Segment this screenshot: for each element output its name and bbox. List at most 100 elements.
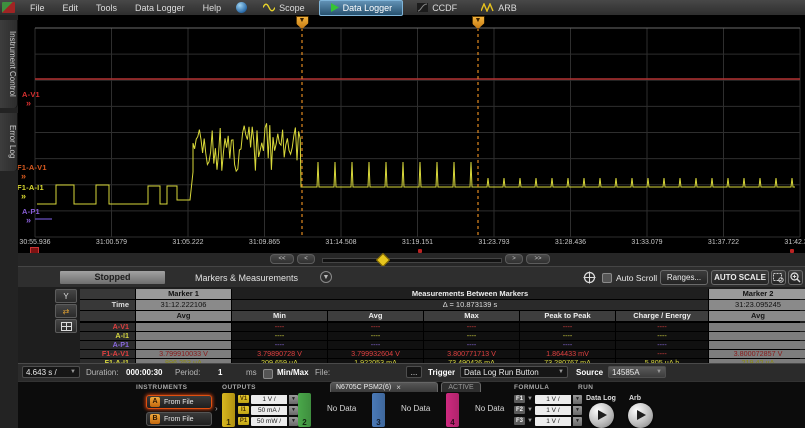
chart-area[interactable]: A-V1»F1-A-V1»F1-A-I1»A-P1»30:55.93631:00… [18, 15, 805, 253]
range-value[interactable]: 50 mW / [251, 417, 287, 426]
formula-dropdown-icon[interactable]: ▼ [527, 418, 533, 424]
datalog-run-button[interactable] [589, 403, 614, 428]
period-value[interactable]: 1 [218, 368, 222, 377]
trace-marker-arrow[interactable]: » [21, 173, 26, 179]
instrument-b-button[interactable]: B From File [146, 412, 212, 426]
channel-3-bar[interactable]: 3 [372, 393, 385, 427]
trace-marker-arrow[interactable]: » [21, 193, 26, 199]
dropdown-arrow-icon[interactable]: ▼ [289, 417, 298, 426]
badge-f1: F1 [514, 395, 525, 403]
peak-to-peak-col-header: Peak to Peak [520, 311, 615, 321]
channel-4-bar[interactable]: 4 [446, 393, 459, 427]
scroll-forward-button[interactable]: > [505, 254, 523, 264]
badge-p1: P1 [238, 417, 249, 425]
table-cell: A-V1 [80, 323, 135, 331]
range-value[interactable]: 1 V / [535, 406, 571, 415]
source-dropdown[interactable]: 14585A▼ [608, 366, 666, 378]
table-time-row: Time 31:12.222106 Δ = 10.873139 s 31:23.… [80, 300, 805, 310]
table-row-a-i1[interactable]: A-I1-------------------- [80, 332, 805, 340]
panel-collapse-icon[interactable]: ▼ [320, 271, 332, 283]
sidebar-tab-instrument-control[interactable]: Instrument Control [0, 20, 18, 108]
output1-v1-range[interactable]: V11 V /▼ [238, 394, 298, 404]
range-value[interactable]: 1 V / [535, 395, 571, 404]
range-value[interactable]: 1 V / [251, 395, 287, 404]
channel-2-bar[interactable]: 2 [298, 393, 311, 427]
range-value[interactable]: 50 mA / [251, 406, 287, 415]
info-icon[interactable] [236, 2, 247, 13]
tab-ccdf[interactable]: CCDF [407, 1, 467, 15]
tab-close-icon[interactable]: × [396, 383, 401, 392]
minmax-checkbox[interactable] [263, 369, 273, 379]
x-axis-label: 31:23.793 [478, 239, 509, 246]
x-axis-label: 31:42.365 [784, 239, 805, 246]
grid-icon [61, 322, 72, 331]
scroll-rewind-button[interactable]: << [270, 254, 294, 264]
auto-scroll-label: Auto Scroll [616, 273, 657, 283]
zoom-in-button[interactable] [788, 270, 803, 285]
duration-value[interactable]: 000:00:30 [126, 368, 162, 377]
ranges-button[interactable]: Ranges... [660, 270, 708, 285]
formula-section-title: FORMULA [514, 384, 549, 391]
auto-scroll-control[interactable]: Auto Scroll [602, 270, 657, 285]
channel-1-bar[interactable]: 1 [222, 393, 235, 427]
trigger-dropdown[interactable]: Data Log Run Button▼ [460, 366, 568, 378]
tab-scope[interactable]: Scope [253, 1, 315, 15]
dropdown-arrow-icon[interactable]: ▼ [573, 417, 582, 426]
trace-marker-arrow[interactable]: » [26, 217, 31, 223]
branch-tool-button[interactable]: Y [55, 289, 77, 303]
scroll-back-button[interactable]: < [297, 254, 315, 264]
table-cell: ---- [520, 332, 615, 340]
zoom-region-button[interactable] [771, 270, 786, 285]
auto-scroll-checkbox[interactable] [602, 273, 612, 283]
output1-p1-range[interactable]: P150 mW /▼ [238, 416, 298, 426]
formula-f1-range[interactable]: F1▼1 V /▼ [514, 394, 582, 404]
formula-f2-range[interactable]: F2▼1 V /▼ [514, 405, 582, 415]
dropdown-arrow-icon[interactable]: ▼ [289, 395, 298, 404]
table-row-a-p1[interactable]: A-P1-------------------- [80, 341, 805, 349]
output1-i1-range[interactable]: I150 mA /▼ [238, 405, 298, 415]
dropdown-arrow-icon[interactable]: ▼ [573, 395, 582, 404]
menu-data-logger[interactable]: Data Logger [126, 3, 194, 13]
menu-tools[interactable]: Tools [87, 3, 126, 13]
table-row-a-v1[interactable]: A-V1-------------------- [80, 323, 805, 331]
channel-3-no-data: No Data [401, 404, 430, 413]
file-browse-button[interactable]: ... [406, 366, 422, 378]
waveform-plot[interactable] [18, 15, 805, 253]
x-axis-label: 31:28.436 [555, 239, 586, 246]
range-value[interactable]: 1 V / [535, 417, 571, 426]
formula-dropdown-icon[interactable]: ▼ [527, 407, 533, 413]
table-cell [709, 323, 805, 331]
menu-help[interactable]: Help [194, 3, 231, 13]
timescale-dropdown[interactable]: 4.643 s /▼ [22, 366, 80, 378]
instruments-expand-icon[interactable]: › [215, 404, 218, 413]
menu-edit[interactable]: Edit [54, 3, 88, 13]
scroll-ffwd-button[interactable]: >> [526, 254, 550, 264]
sidebar-tab-error-log[interactable]: Error Log [0, 113, 18, 171]
dropdown-arrow-icon[interactable]: ▼ [289, 406, 298, 415]
auto-scale-button[interactable]: AUTO SCALE [711, 270, 769, 285]
pan-tool-button[interactable] [583, 270, 596, 285]
marker1-header: Marker 1 [136, 289, 231, 299]
header-spacer [80, 311, 135, 321]
menu-file[interactable]: File [21, 3, 54, 13]
grid-tool-button[interactable] [55, 319, 77, 333]
markers-tool-button[interactable]: ⇄ [55, 304, 77, 318]
formula-f3-range[interactable]: F3▼1 V /▼ [514, 416, 582, 426]
scroll-track[interactable] [322, 258, 502, 263]
datalog-file-tab[interactable]: N6705C PSM2(6) × [330, 382, 438, 392]
table-cell [136, 332, 231, 340]
scroll-handle[interactable] [376, 253, 390, 267]
dropdown-arrow-icon[interactable]: ▼ [573, 406, 582, 415]
period-label: Period: [175, 368, 200, 377]
source-value: 14585A [612, 368, 640, 377]
tab-data-logger[interactable]: Data Logger [319, 0, 404, 16]
instrument-a-button[interactable]: A From File [146, 395, 212, 409]
table-row-f1-a-v1[interactable]: F1-A-V13.799910033 V3.79890728 V3.799932… [80, 350, 805, 358]
trace-marker-arrow[interactable]: » [26, 100, 31, 106]
active-log-tab[interactable]: ACTIVE [441, 382, 481, 392]
table-cell: ---- [616, 350, 708, 358]
tab-arb[interactable]: ARB [471, 1, 527, 15]
arb-run-button[interactable] [628, 403, 653, 428]
formula-dropdown-icon[interactable]: ▼ [527, 396, 533, 402]
table-cell: 3.800771713 V [424, 350, 519, 358]
